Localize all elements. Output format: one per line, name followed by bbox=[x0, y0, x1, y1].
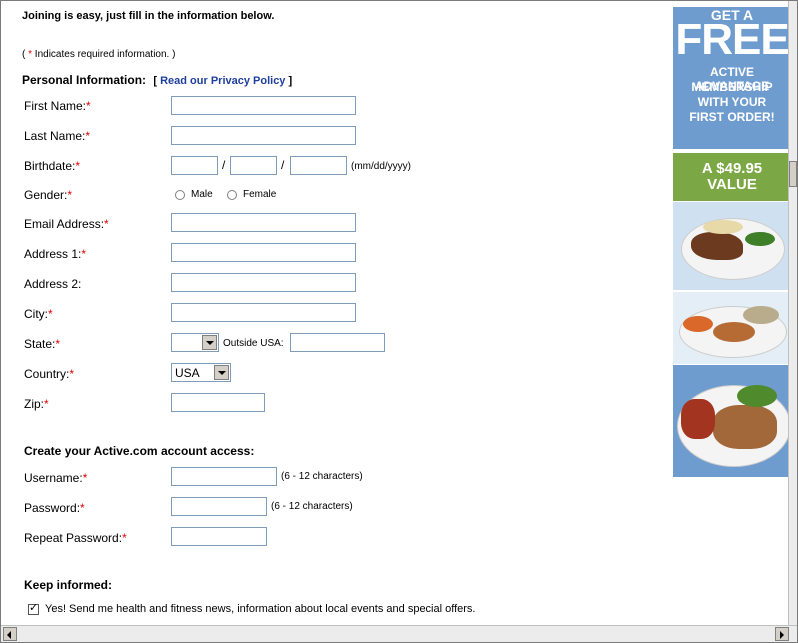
first-name-label: First Name:* bbox=[24, 99, 91, 113]
browser-viewport: Joining is easy, just fill in the inform… bbox=[0, 0, 798, 643]
gender-label: Gender:* bbox=[24, 188, 73, 202]
newsletter-checkbox[interactable] bbox=[28, 601, 39, 615]
country-select[interactable]: USA bbox=[171, 363, 231, 382]
vertical-scrollbar[interactable] bbox=[788, 1, 797, 627]
state-select[interactable] bbox=[171, 333, 219, 352]
first-name-field[interactable] bbox=[171, 96, 356, 115]
birthdate-format-hint: (mm/dd/yyyy) bbox=[351, 161, 411, 172]
birth-day-field[interactable] bbox=[230, 156, 277, 175]
scroll-left-icon[interactable] bbox=[3, 627, 17, 641]
scroll-right-icon[interactable] bbox=[775, 627, 789, 641]
birthdate-label: Birthdate:* bbox=[24, 159, 81, 173]
vertical-scroll-thumb[interactable] bbox=[789, 161, 797, 187]
last-name-field[interactable] bbox=[171, 126, 356, 145]
chevron-down-icon[interactable] bbox=[214, 365, 229, 380]
repeat-password-field[interactable] bbox=[171, 527, 267, 546]
personal-info-heading: Personal Information: bbox=[22, 73, 147, 87]
address1-field[interactable] bbox=[171, 243, 356, 262]
email-label: Email Address:* bbox=[24, 217, 109, 231]
food-plate-image bbox=[673, 202, 791, 290]
privacy-policy-link[interactable]: Read our Privacy Policy bbox=[160, 75, 285, 87]
zip-label: Zip:* bbox=[24, 397, 49, 411]
zip-field[interactable] bbox=[171, 393, 265, 412]
outside-usa-field[interactable] bbox=[290, 333, 385, 352]
birthdate-separator: / bbox=[222, 158, 226, 172]
address2-field[interactable] bbox=[171, 273, 356, 292]
gender-male-label: Male bbox=[191, 189, 213, 200]
ad-headline: GET A FREE ACTIVE ADVANTAGE MEMBERSHIP W… bbox=[673, 7, 791, 149]
country-label: Country:* bbox=[24, 367, 75, 381]
membership-ad-banner[interactable]: GET A FREE ACTIVE ADVANTAGE MEMBERSHIP W… bbox=[673, 7, 791, 477]
gender-male-radio[interactable] bbox=[175, 190, 185, 200]
email-field[interactable] bbox=[171, 213, 356, 232]
personal-info-heading-row: Personal Information: [ Read our Privacy… bbox=[22, 73, 293, 87]
intro-text: Joining is easy, just fill in the inform… bbox=[22, 10, 275, 22]
birthdate-separator: / bbox=[281, 158, 285, 172]
outside-usa-label: Outside USA: bbox=[223, 338, 284, 349]
password-hint: (6 - 12 characters) bbox=[271, 501, 353, 512]
food-plate-image bbox=[673, 292, 791, 364]
ad-value-badge: A $49.95 VALUE bbox=[673, 153, 791, 201]
last-name-label: Last Name:* bbox=[24, 129, 91, 143]
chevron-down-icon[interactable] bbox=[202, 335, 217, 350]
username-label: Username:* bbox=[24, 471, 88, 485]
address1-label: Address 1:* bbox=[24, 247, 87, 261]
username-hint: (6 - 12 characters) bbox=[281, 471, 363, 482]
password-field[interactable] bbox=[171, 497, 267, 516]
newsletter-checkbox-label: Yes! Send me health and fitness news, in… bbox=[45, 603, 476, 615]
keep-informed-heading: Keep informed: bbox=[24, 578, 113, 592]
horizontal-scrollbar[interactable] bbox=[1, 625, 797, 642]
repeat-password-label: Repeat Password:* bbox=[24, 531, 127, 545]
country-selected-value: USA bbox=[175, 366, 200, 380]
birth-month-field[interactable] bbox=[171, 156, 218, 175]
account-heading: Create your Active.com account access: bbox=[24, 444, 255, 458]
gender-female-radio[interactable] bbox=[227, 190, 237, 200]
state-label: State:* bbox=[24, 337, 61, 351]
city-field[interactable] bbox=[171, 303, 356, 322]
username-field[interactable] bbox=[171, 467, 277, 486]
required-note: ( * Indicates required information. ) bbox=[22, 49, 176, 60]
address2-label: Address 2: bbox=[24, 277, 82, 291]
password-label: Password:* bbox=[24, 501, 85, 515]
gender-female-label: Female bbox=[243, 189, 277, 200]
city-label: City:* bbox=[24, 307, 53, 321]
birth-year-field[interactable] bbox=[290, 156, 347, 175]
food-plate-image bbox=[673, 365, 791, 477]
